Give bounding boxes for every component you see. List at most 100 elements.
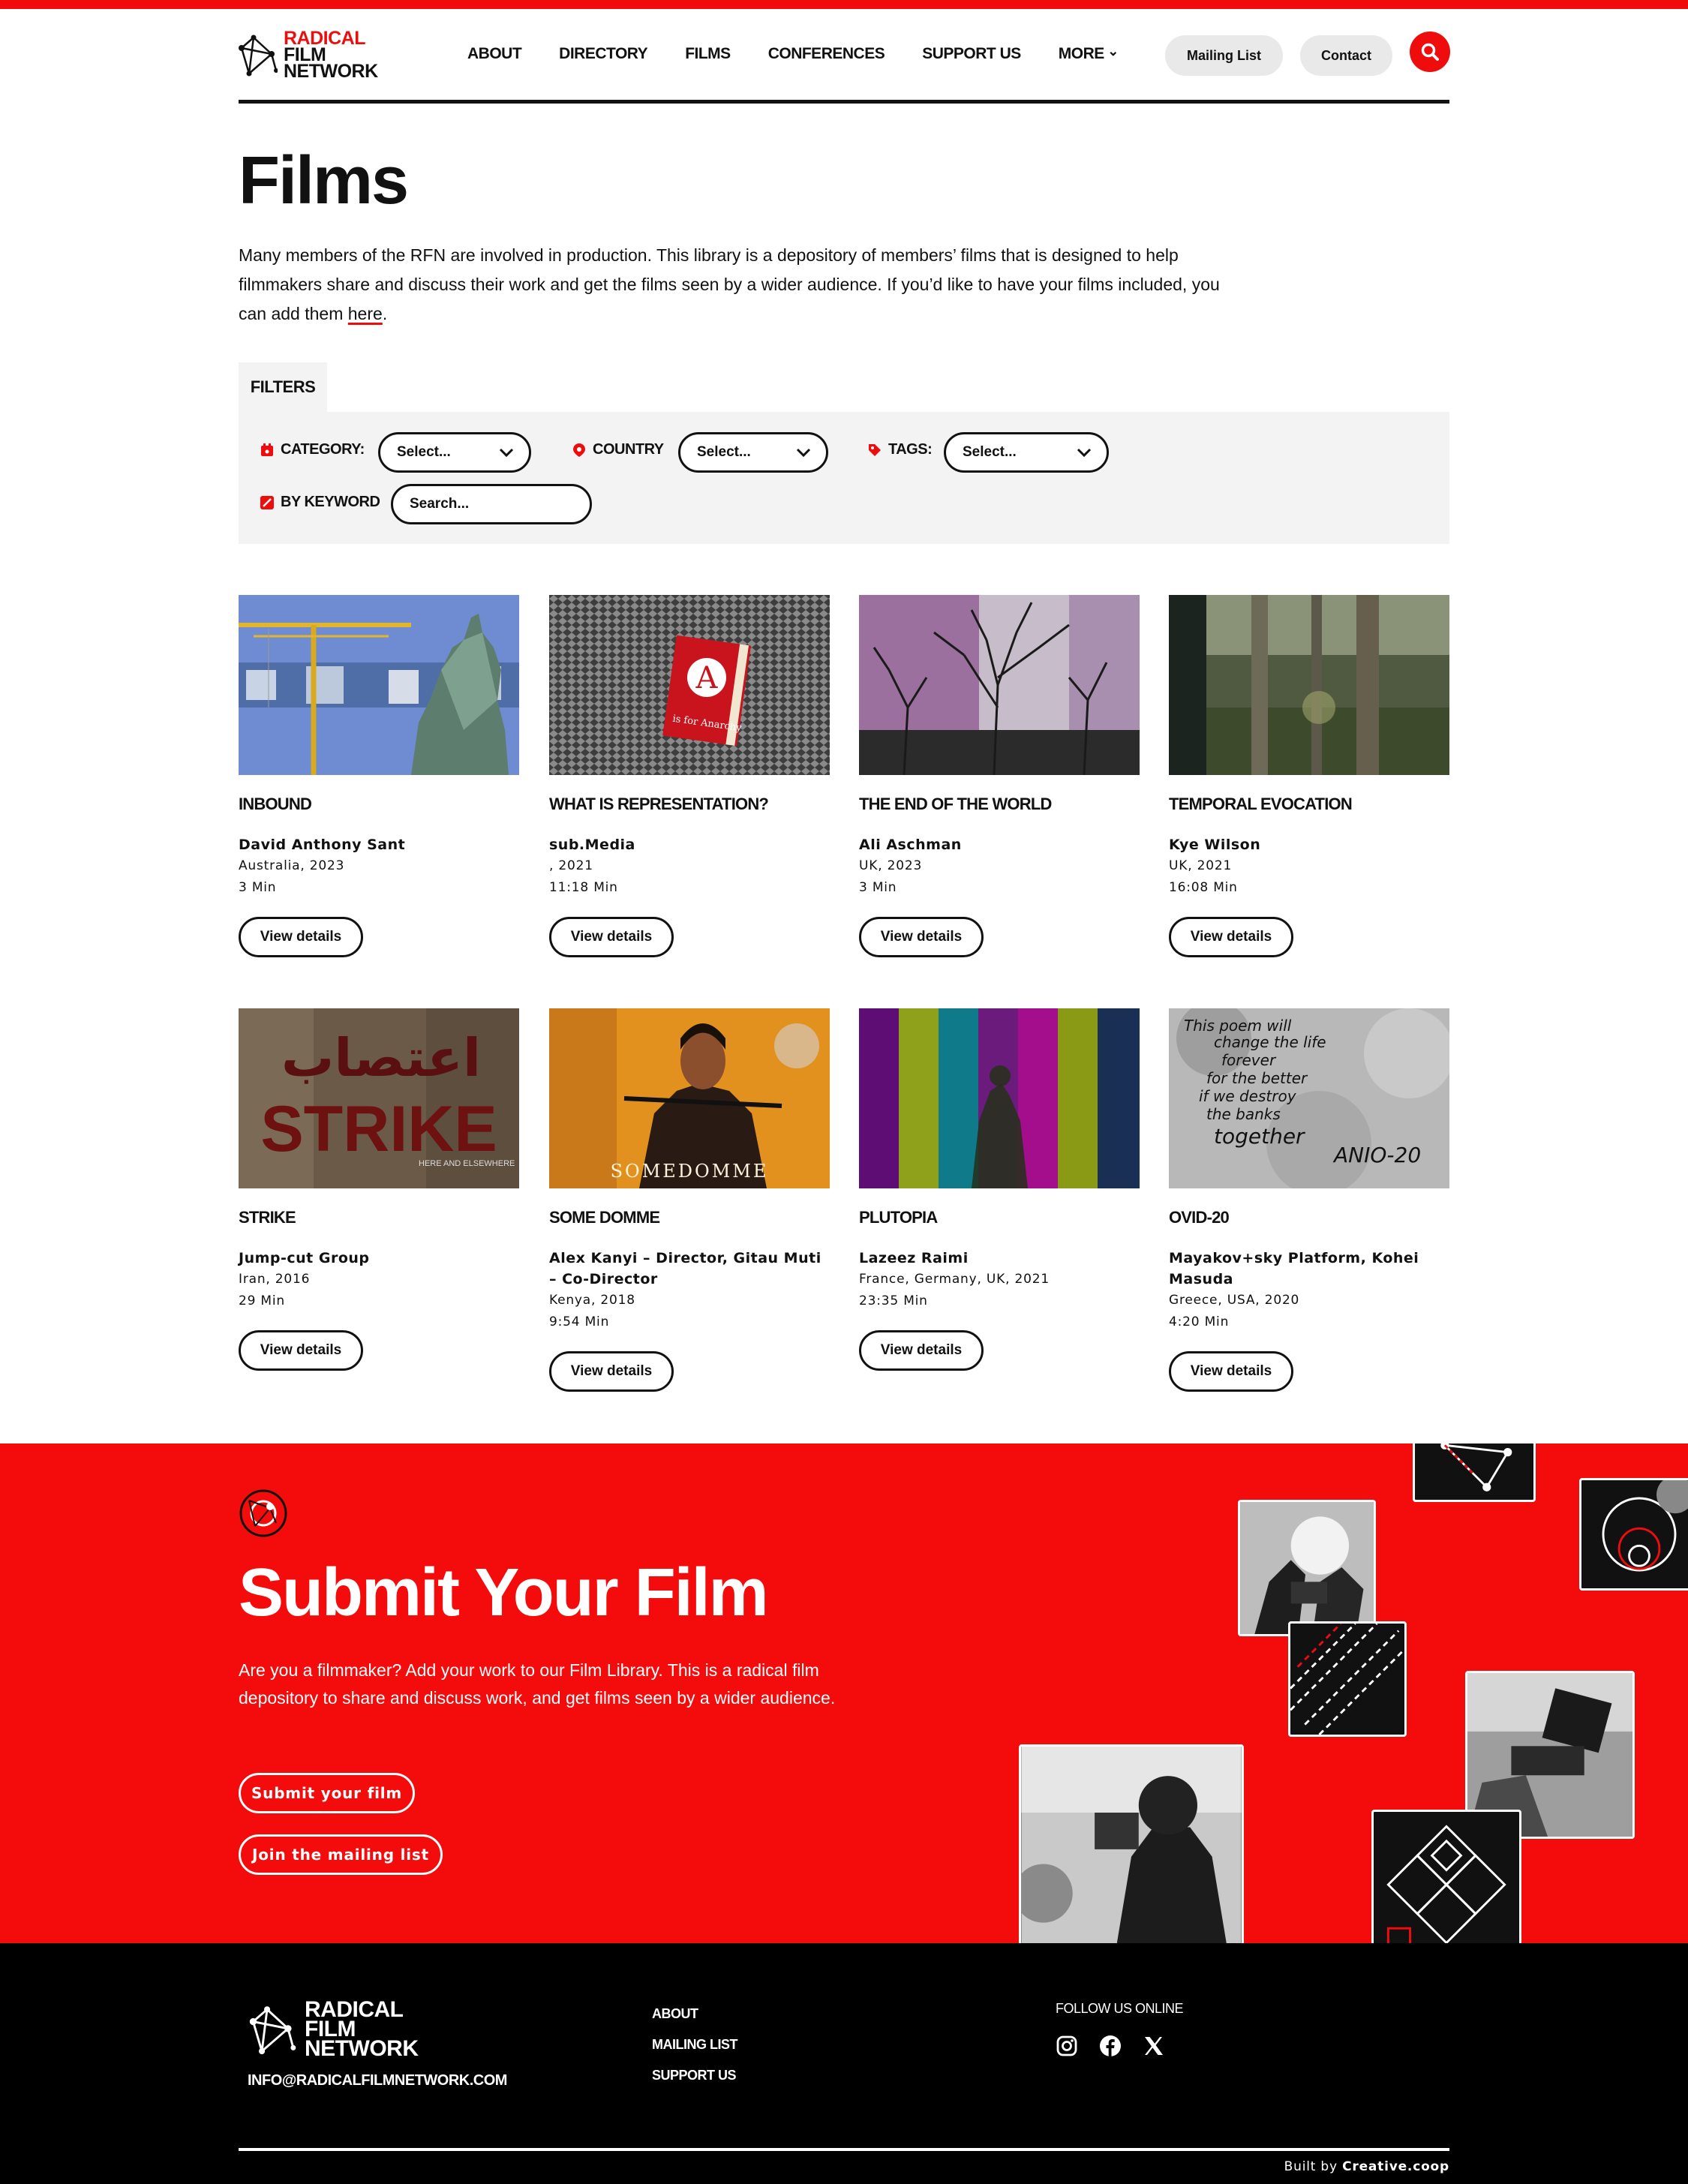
film-thumbnail-end-of-the-world[interactable] xyxy=(859,595,1140,775)
footer-nav: ABOUT MAILING LIST SUPPORT US xyxy=(652,2006,738,2083)
view-details-button[interactable]: View details xyxy=(1169,1351,1293,1392)
view-details-button[interactable]: View details xyxy=(239,917,363,957)
submit-description: Are you a filmmaker? Add your work to ou… xyxy=(239,1660,836,1708)
logo-wordmark: RADICAL FILM NETWORK xyxy=(284,29,378,82)
film-thumbnail-inbound[interactable] xyxy=(239,595,519,775)
film-title[interactable]: TEMPORAL EVOCATION xyxy=(1169,795,1449,814)
film-title[interactable]: THE END OF THE WORLD xyxy=(859,795,1140,814)
view-details-button[interactable]: View details xyxy=(549,917,674,957)
intro-paragraph: Many members of the RFN are involved in … xyxy=(239,241,1236,329)
keyword-filter-label: BY KEYWORD xyxy=(260,494,380,511)
x-icon[interactable] xyxy=(1143,2035,1165,2057)
keyword-icon xyxy=(260,495,274,509)
film-title[interactable]: WHAT IS REPRESENTATION? xyxy=(549,795,830,814)
film-title[interactable]: OVID-20 xyxy=(1169,1208,1449,1227)
country-select-value: Select... xyxy=(697,444,751,460)
strike-small-caption: HERE AND ELSEWHERE xyxy=(419,1159,515,1168)
location-pin-icon xyxy=(573,443,585,457)
film-duration: 16:08 Min xyxy=(1169,880,1238,895)
somedomme-title-overlay: SOMEDOMME xyxy=(611,1161,769,1182)
film-origin: Iran, 2016 xyxy=(239,1272,311,1287)
film-title[interactable]: STRIKE xyxy=(239,1208,519,1227)
film-origin: Greece, USA, 2020 xyxy=(1169,1293,1300,1308)
filters-tab[interactable]: FILTERS xyxy=(239,362,327,412)
film-origin: Australia, 2023 xyxy=(239,858,345,873)
category-filter-label: CATEGORY: xyxy=(260,441,365,458)
view-details-button[interactable]: View details xyxy=(859,917,984,957)
nav-support-us[interactable]: SUPPORT US xyxy=(922,45,1021,63)
add-films-link[interactable]: here xyxy=(348,304,383,323)
contact-button[interactable]: Contact xyxy=(1300,35,1392,76)
nav-films[interactable]: FILMS xyxy=(685,45,731,63)
instagram-icon[interactable] xyxy=(1056,2035,1078,2057)
submit-your-film-button[interactable]: Submit your film xyxy=(239,1773,415,1813)
view-details-button[interactable]: View details xyxy=(239,1330,363,1371)
film-title[interactable]: INBOUND xyxy=(239,795,519,814)
chevron-down-icon xyxy=(1077,448,1092,458)
page-title: Films xyxy=(239,143,409,218)
film-author: Jump-cut Group xyxy=(239,1250,370,1266)
footer-logo-wordmark: RADICAL FILM NETWORK xyxy=(305,1999,419,2060)
view-details-button[interactable]: View details xyxy=(1169,917,1293,957)
network-logo-icon xyxy=(239,35,278,77)
mailing-list-button[interactable]: Mailing List xyxy=(1165,35,1283,76)
film-duration: 29 Min xyxy=(239,1293,286,1308)
strike-word: STRIKE xyxy=(260,1093,497,1165)
ovid-line-7: together xyxy=(1214,1124,1305,1149)
footer-link-mailing-list[interactable]: MAILING LIST xyxy=(652,2037,738,2053)
keyword-label-text: BY KEYWORD xyxy=(281,494,380,510)
film-origin: UK, 2023 xyxy=(859,858,923,873)
site-logo[interactable]: RADICAL FILM NETWORK xyxy=(239,29,378,82)
logo-line-3: NETWORK xyxy=(284,61,378,82)
film-duration: 9:54 Min xyxy=(549,1314,610,1329)
film-card: SOMEDOMME SOME DOMME Alex Kanyi – Direct… xyxy=(549,1008,830,1392)
nav-conferences[interactable]: CONFERENCES xyxy=(768,45,885,63)
ovid-signature: ANIO-20 xyxy=(1332,1143,1421,1167)
view-details-button[interactable]: View details xyxy=(859,1330,984,1371)
country-select[interactable]: Select... xyxy=(678,432,828,473)
keyword-search-input[interactable]: Search... xyxy=(391,484,592,524)
film-thumbnail-strike[interactable]: اعتصاب STRIKE HERE AND ELSEWHERE xyxy=(239,1008,519,1188)
film-duration: 3 Min xyxy=(859,880,897,895)
nav-directory[interactable]: DIRECTORY xyxy=(559,45,648,63)
film-author: Alex Kanyi – Director, Gitau Muti – Co-D… xyxy=(549,1250,821,1287)
film-thumbnail-temporal-evocation[interactable] xyxy=(1169,595,1449,775)
film-thumbnail-ovid-20[interactable]: This poem will change the life forever f… xyxy=(1169,1008,1449,1188)
search-button[interactable] xyxy=(1410,32,1450,72)
footer-email-link[interactable]: INFO@RADICALFILMNETWORK.COM xyxy=(248,2072,507,2089)
photo-tile-camera-crew xyxy=(1238,1500,1376,1636)
site-footer: RADICAL FILM NETWORK INFO@RADICALFILMNET… xyxy=(0,1943,1688,2184)
category-select-value: Select... xyxy=(397,444,451,460)
film-author: Kye Wilson xyxy=(1169,837,1261,853)
film-title[interactable]: PLUTOPIA xyxy=(859,1208,1140,1227)
film-thumbnail-some-domme[interactable]: SOMEDOMME xyxy=(549,1008,830,1188)
tags-select[interactable]: Select... xyxy=(944,432,1109,473)
film-card: TEMPORAL EVOCATION Kye Wilson UK, 2021 1… xyxy=(1169,595,1449,957)
footer-logo[interactable]: RADICAL FILM NETWORK xyxy=(248,1999,419,2060)
join-mailing-list-button[interactable]: Join the mailing list xyxy=(239,1834,443,1875)
footer-link-support-us[interactable]: SUPPORT US xyxy=(652,2068,737,2083)
view-details-button[interactable]: View details xyxy=(549,1351,674,1392)
tags-label-text: TAGS: xyxy=(888,441,933,458)
social-links xyxy=(1056,2035,1165,2057)
film-thumbnail-plutopia[interactable] xyxy=(859,1008,1140,1188)
graphic-tile-geometric-star xyxy=(1371,1810,1521,1943)
main-nav: ABOUT DIRECTORY FILMS CONFERENCES SUPPOR… xyxy=(467,45,1119,63)
facebook-icon[interactable] xyxy=(1099,2035,1122,2057)
film-duration: 11:18 Min xyxy=(549,880,618,895)
top-accent-bar xyxy=(0,0,1688,9)
category-select[interactable]: Select... xyxy=(378,432,531,473)
film-title[interactable]: SOME DOMME xyxy=(549,1208,830,1227)
nav-about[interactable]: ABOUT xyxy=(467,45,522,63)
footer-link-about[interactable]: ABOUT xyxy=(652,2006,737,2022)
film-thumbnail-what-is-representation[interactable]: A is for Anarchy xyxy=(549,595,830,775)
built-by-link[interactable]: Creative.coop xyxy=(1342,2159,1449,2174)
ovid-line-4: for the better xyxy=(1206,1069,1308,1087)
film-author: Mayakov+sky Platform, Kohei Masuda xyxy=(1169,1250,1419,1287)
site-header: RADICAL FILM NETWORK ABOUT DIRECTORY FIL… xyxy=(239,9,1450,104)
country-label-text: COUNTRY xyxy=(593,441,664,458)
film-card: THE END OF THE WORLD Ali Aschman UK, 202… xyxy=(859,595,1140,957)
footer-divider xyxy=(239,2148,1449,2151)
film-author: sub.Media xyxy=(549,837,635,853)
nav-more-dropdown[interactable]: MORE xyxy=(1059,45,1119,63)
